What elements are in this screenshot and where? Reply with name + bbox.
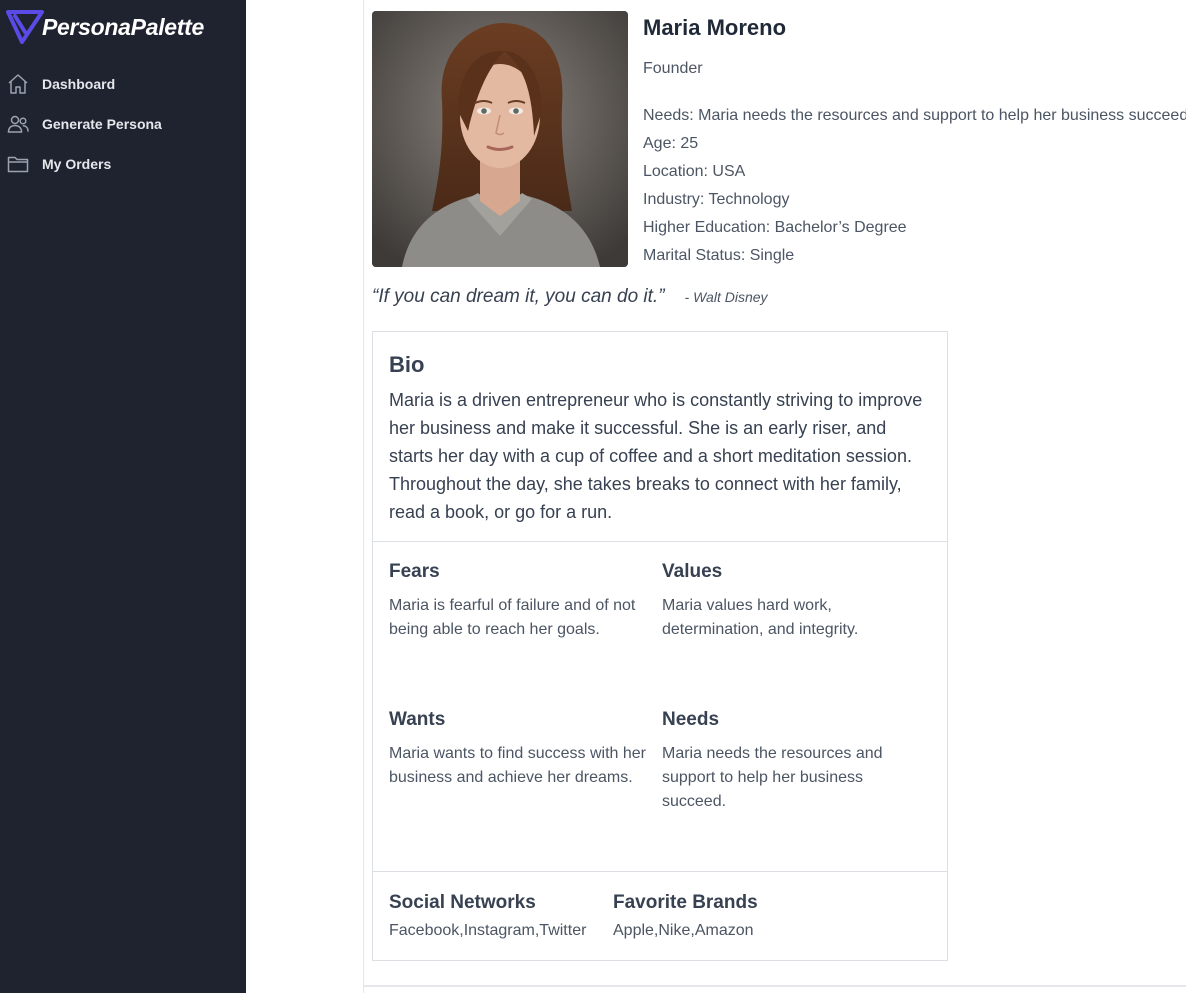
fact-education: Higher Education: Bachelor’s Degree: [643, 219, 907, 236]
content-border-left: [363, 0, 364, 993]
fact-location: Location: USA: [643, 163, 746, 180]
persona-details-card: Bio Maria is a driven entrepreneur who i…: [372, 331, 948, 961]
bio-heading: Bio: [389, 352, 425, 377]
wants-section: Wants Maria wants to find success with h…: [389, 708, 659, 790]
needs-section: Needs Maria needs the resources and supp…: [662, 708, 902, 814]
sidebar-item-dashboard[interactable]: Dashboard: [0, 64, 246, 104]
quote-author: - Walt Disney: [684, 289, 768, 305]
wants-heading: Wants: [389, 709, 446, 730]
sidebar-item-generate-persona[interactable]: Generate Persona: [0, 104, 246, 144]
favorite-brands-section: Favorite Brands Apple,Nike,Amazon: [613, 890, 758, 942]
app-name: PersonaPalette: [42, 13, 204, 40]
sidebar-item-my-orders[interactable]: My Orders: [0, 144, 246, 184]
fears-heading: Fears: [389, 561, 440, 582]
fact-needs: Needs: Maria needs the resources and sup…: [643, 107, 1186, 124]
values-text: Maria values hard work, determination, a…: [662, 597, 859, 638]
sidebar-item-label: My Orders: [42, 156, 112, 172]
needs-text: Maria needs the resources and support to…: [662, 745, 883, 810]
sidebar: PersonaPalette Dashboard Generate Person…: [0, 0, 246, 993]
fact-industry: Industry: Technology: [643, 191, 790, 208]
persona-role: Founder: [643, 60, 703, 77]
sidebar-nav: Dashboard Generate Persona My Orders: [0, 64, 246, 184]
persona-facts: Needs: Maria needs the resources and sup…: [643, 102, 1186, 270]
bio-section: Bio Maria is a driven entrepreneur who i…: [373, 332, 947, 541]
persona-quote: “If you can dream it, you can do it.” - …: [372, 286, 768, 308]
persona-summary: Maria Moreno Founder Needs: Maria needs …: [643, 12, 1186, 270]
users-icon: [7, 115, 29, 133]
needs-heading: Needs: [662, 709, 720, 730]
persona-photo: [372, 11, 628, 267]
fact-age: Age: 25: [643, 135, 699, 152]
values-section: Values Maria values hard work, determina…: [662, 560, 932, 642]
social-networks-text: Facebook,Instagram,Twitter: [389, 922, 587, 939]
fact-marital-status: Marital Status: Single: [643, 247, 795, 264]
app-logo[interactable]: PersonaPalette: [6, 10, 204, 44]
quote-text: “If you can dream it, you can do it.”: [372, 286, 665, 307]
fears-text: Maria is fearful of failure and of not b…: [389, 597, 636, 638]
favorite-brands-heading: Favorite Brands: [613, 892, 758, 913]
logo-mark-icon: [6, 10, 44, 44]
social-networks-heading: Social Networks: [389, 892, 536, 913]
folder-icon: [7, 156, 29, 173]
sidebar-item-label: Generate Persona: [42, 116, 162, 132]
portrait-image: [372, 11, 628, 267]
content-border-bottom: [363, 985, 1186, 987]
sidebar-item-label: Dashboard: [42, 76, 116, 92]
values-heading: Values: [662, 561, 723, 582]
wants-text: Maria wants to find success with her bus…: [389, 745, 646, 786]
bio-text: Maria is a driven entrepreneur who is co…: [389, 390, 923, 522]
section-divider: [373, 871, 947, 872]
favorite-brands-text: Apple,Nike,Amazon: [613, 922, 754, 939]
section-divider: [373, 541, 947, 542]
persona-name: Maria Moreno: [643, 15, 787, 40]
social-networks-section: Social Networks Facebook,Instagram,Twitt…: [389, 890, 586, 942]
home-icon: [8, 74, 28, 94]
fears-section: Fears Maria is fearful of failure and of…: [389, 560, 659, 642]
